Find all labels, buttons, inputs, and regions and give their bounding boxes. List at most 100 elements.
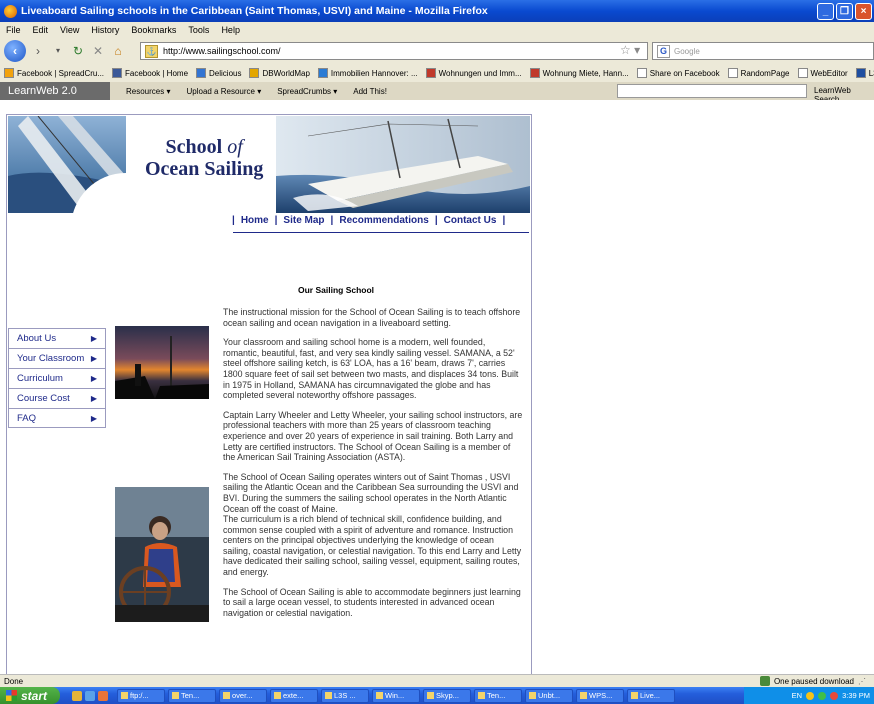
captain-at-helm-photo — [115, 487, 209, 622]
bookmark-item[interactable]: Facebook | SpreadCru... — [4, 68, 104, 78]
side-menu-your-classroom[interactable]: Your Classroom ▶ — [8, 348, 106, 368]
menu-bookmarks[interactable]: Bookmarks — [131, 25, 176, 35]
learnweb-logo[interactable]: LearnWeb 2.0 — [0, 82, 110, 100]
paragraph-instructors: Captain Larry Wheeler and Letty Wheeler,… — [223, 409, 523, 463]
forward-icon[interactable]: › — [30, 43, 46, 59]
tray-icon[interactable] — [806, 691, 815, 700]
taskbar-button[interactable]: Live... — [627, 688, 675, 703]
taskbar-button-label: Win... — [385, 691, 405, 700]
close-button[interactable]: × — [855, 3, 872, 20]
bookmark-item[interactable]: Wohnung Miete, Hann... — [529, 68, 629, 78]
back-button[interactable]: ‹ — [4, 40, 26, 62]
nav-contact-link[interactable]: Contact Us — [444, 215, 497, 226]
nav-recommendations-link[interactable]: Recommendations — [339, 215, 428, 226]
bookmark-icon — [797, 68, 808, 78]
learnweb-upload-menu[interactable]: Upload a Resource ▾ — [186, 87, 261, 96]
tray-icon[interactable] — [818, 691, 827, 700]
bookmark-item[interactable]: DBWorldMap — [249, 68, 310, 78]
taskbar-button[interactable]: ftp:/... — [117, 688, 165, 703]
quick-launch-icon[interactable] — [72, 690, 82, 701]
logo-school: School — [165, 136, 223, 158]
side-menu-faq[interactable]: FAQ ▶ — [8, 408, 106, 428]
window-title: Liveaboard Sailing schools in the Caribb… — [21, 5, 488, 17]
side-menu-label: Your Classroom — [17, 353, 85, 364]
clock[interactable]: 3:39 PM — [842, 691, 870, 700]
taskbar-button-label: exte... — [283, 691, 304, 700]
learnweb-search-input[interactable] — [617, 84, 807, 98]
taskbar-app-icon — [580, 692, 587, 699]
site-logo[interactable]: School of Ocean Sailing — [145, 136, 263, 180]
nav-separator: | — [434, 215, 438, 226]
maximize-button[interactable]: ❐ — [836, 3, 853, 20]
quick-launch-icon[interactable] — [85, 690, 95, 701]
bookmark-item[interactable]: WebEditor — [797, 68, 848, 78]
tray-icon[interactable] — [830, 691, 839, 700]
menu-edit[interactable]: Edit — [33, 25, 49, 35]
start-button[interactable]: start — [0, 687, 60, 704]
bookmark-label: Facebook | SpreadCru... — [17, 68, 105, 78]
bookmark-item[interactable]: RandomPage — [727, 68, 790, 78]
taskbar-button[interactable]: Skyp... — [423, 688, 471, 703]
bookmark-item[interactable]: L3S WebMailer - Login — [855, 68, 874, 78]
bookmark-item[interactable]: Immobilien Hannover: ... — [317, 68, 418, 78]
bookmark-star-icon[interactable]: ☆ ▾ — [620, 43, 640, 57]
menu-help[interactable]: Help — [221, 25, 240, 35]
taskbar-app-icon — [223, 692, 230, 699]
taskbar-button[interactable]: over... — [219, 688, 267, 703]
side-menu-course-cost[interactable]: Course Cost ▶ — [8, 388, 106, 408]
window-titlebar: Liveaboard Sailing schools in the Caribb… — [0, 0, 874, 22]
nav-separator: | — [274, 215, 278, 226]
taskbar-button[interactable]: Ten... — [474, 688, 522, 703]
task-buttons: ftp:/... Ten... over... exte... L3S ... Win..… — [114, 688, 675, 703]
quick-launch — [72, 690, 108, 701]
bookmark-icon — [4, 68, 14, 78]
bookmark-item[interactable]: Delicious — [196, 68, 241, 78]
bookmark-label: Wohnung Miete, Hann... — [542, 68, 629, 78]
bookmark-item[interactable]: Facebook | Home — [112, 68, 188, 78]
bookmark-label: RandomPage — [740, 68, 790, 78]
learnweb-resources-menu[interactable]: Resources ▾ — [126, 87, 170, 96]
menu-tools[interactable]: Tools — [188, 25, 209, 35]
arrow-right-icon: ▶ — [90, 334, 97, 343]
resize-grip-icon[interactable]: ⋰ — [858, 677, 866, 686]
language-indicator[interactable]: EN — [792, 691, 802, 700]
browser-content: School of Ocean Sailing | Home | Site Ma… — [0, 100, 874, 674]
taskbar-button[interactable]: Unbt... — [525, 688, 573, 703]
side-menu-curriculum[interactable]: Curriculum ▶ — [8, 368, 106, 388]
learnweb-spreadcrumbs-menu[interactable]: SpreadCrumbs ▾ — [277, 87, 337, 96]
taskbar-button[interactable]: WPS... — [576, 688, 624, 703]
bookmark-item[interactable]: Share on Facebook — [636, 68, 720, 78]
bookmark-item[interactable]: Wohnungen und Imm... — [425, 68, 522, 78]
taskbar-button[interactable]: Ten... — [168, 688, 216, 703]
bookmark-label: Wohnungen und Imm... — [438, 68, 522, 78]
url-bar[interactable]: ⚓ http://www.sailingschool.com/ — [140, 42, 648, 60]
nav-separator: | — [330, 215, 334, 226]
taskbar-button[interactable]: exte... — [270, 688, 318, 703]
download-icon[interactable] — [759, 676, 770, 686]
nav-sitemap-link[interactable]: Site Map — [283, 215, 324, 226]
reload-icon[interactable]: ↻ — [70, 43, 86, 59]
search-box[interactable]: G Google — [652, 42, 874, 60]
menu-view[interactable]: View — [60, 25, 79, 35]
taskbar-button-label: L3S ... — [334, 691, 356, 700]
side-menu-about-us[interactable]: About Us ▶ — [8, 328, 106, 348]
dropdown-icon[interactable]: ▾ — [50, 43, 66, 59]
menu-history[interactable]: History — [91, 25, 119, 35]
download-status[interactable]: One paused download — [774, 677, 854, 686]
home-icon[interactable]: ⌂ — [110, 43, 126, 59]
bookmark-label: Share on Facebook — [649, 68, 720, 78]
stop-icon[interactable]: ✕ — [90, 43, 106, 59]
paragraph-accommodate: The School of Ocean Sailing is able to a… — [223, 586, 521, 618]
taskbar-button-label: Skyp... — [436, 691, 459, 700]
taskbar-app-icon — [172, 692, 179, 699]
taskbar-button[interactable]: Win... — [372, 688, 420, 703]
minimize-button[interactable]: _ — [817, 3, 834, 20]
nav-home-link[interactable]: Home — [241, 215, 269, 226]
bookmark-icon — [636, 68, 647, 78]
menu-file[interactable]: File — [6, 25, 21, 35]
taskbar-button[interactable]: L3S ... — [321, 688, 369, 703]
learnweb-addthis-button[interactable]: Add This! — [353, 87, 387, 96]
side-menu: About Us ▶ Your Classroom ▶ Curriculum ▶ Co… — [8, 328, 106, 428]
bookmark-icon — [529, 68, 540, 78]
quick-launch-icon[interactable] — [98, 690, 108, 701]
